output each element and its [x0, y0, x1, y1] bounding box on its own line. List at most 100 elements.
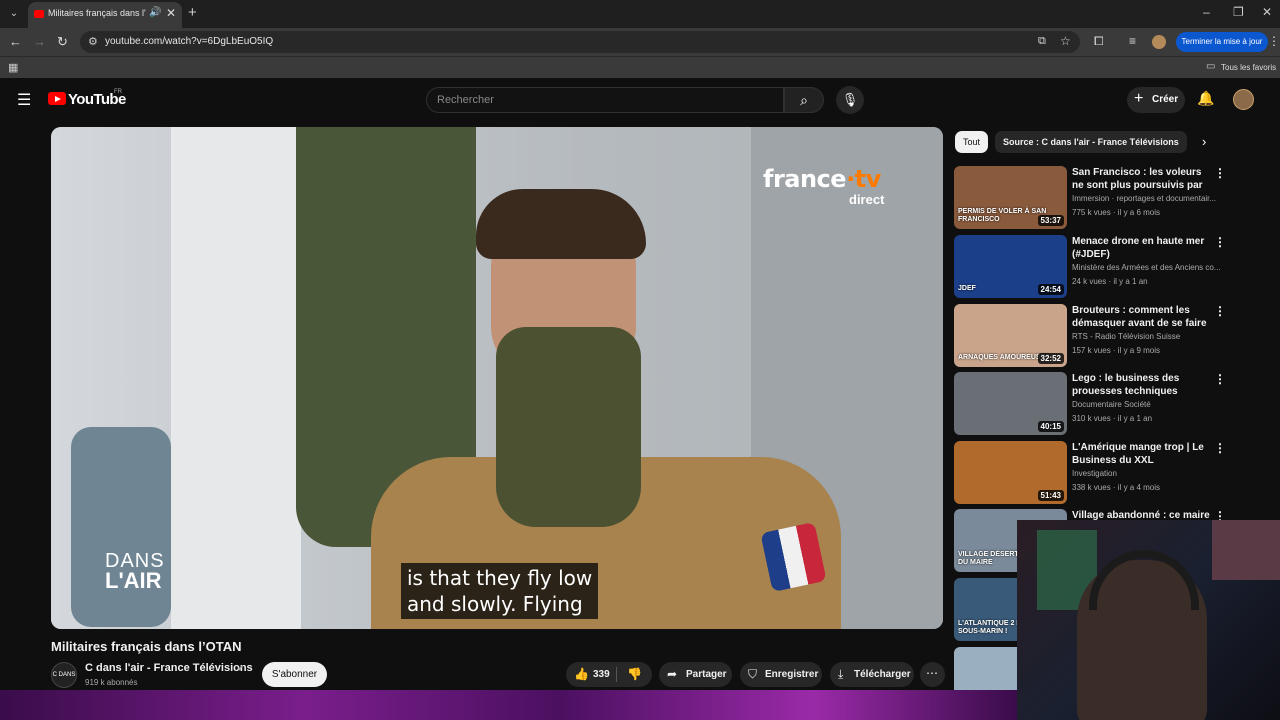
caption-line-1: is that they fly low — [407, 566, 593, 590]
bookmark-star-icon[interactable]: ☆ — [1060, 34, 1071, 48]
filter-chips: Tout Source : C dans l'air - France Télé… — [955, 131, 1225, 153]
close-tab-icon[interactable]: ✕ — [166, 6, 176, 20]
thumbnail-text: ARNAQUES AMOUREUSES — [958, 353, 1050, 361]
close-window-icon[interactable]: ✕ — [1262, 5, 1272, 19]
channel-avatar[interactable]: C DANS L'AIR — [51, 662, 77, 702]
forward-icon[interactable]: → — [33, 34, 46, 49]
recommendation-title[interactable]: Brouteurs : comment les démasquer avant … — [1072, 304, 1210, 330]
recommendation-item[interactable]: 40:15 Lego : le business des prouesses te… — [954, 372, 1234, 436]
video-title: Militaires français dans l’OTAN — [51, 639, 242, 654]
share-icon: ➦ — [667, 667, 678, 681]
recommendation-thumbnail[interactable]: ARNAQUES AMOUREUSES 32:52 — [954, 304, 1067, 367]
browser-toolbar: ← → ↻ ⚙ youtube.com/watch?v=6DgLbEuO5IQ … — [0, 28, 1280, 56]
france-tv-direct-label: direct — [849, 192, 885, 207]
chips-next-icon[interactable]: › — [1202, 134, 1206, 149]
site-info-icon[interactable]: ⚙ — [88, 35, 98, 48]
all-bookmarks-link[interactable]: Tous les favoris — [1221, 63, 1276, 72]
recommendation-title[interactable]: Lego : le business des prouesses techniq… — [1072, 372, 1210, 398]
webcam-headset — [1089, 550, 1199, 610]
search-button[interactable]: ⌕ — [784, 87, 824, 113]
country-code: FR — [114, 89, 122, 95]
microphone-icon: 🎙 — [841, 92, 859, 107]
minimize-icon[interactable]: – — [1203, 5, 1210, 19]
audio-playing-icon[interactable]: 🔊 — [149, 7, 161, 18]
channel-name[interactable]: C dans l'air - France Télévisions — [85, 662, 253, 674]
install-app-icon[interactable]: ⧉ — [1038, 35, 1046, 48]
subscribe-button[interactable]: S'abonner — [262, 662, 327, 687]
more-actions-button[interactable]: ⋯ — [920, 662, 945, 687]
reload-icon[interactable]: ↻ — [57, 34, 68, 50]
more-options-icon[interactable]: ⋮ — [1214, 166, 1226, 180]
apps-grid-icon[interactable]: ▦ — [8, 61, 18, 74]
address-bar[interactable]: ⚙ youtube.com/watch?v=6DgLbEuO5IQ ⧉ ☆ — [80, 31, 1080, 53]
more-options-icon[interactable]: ⋮ — [1214, 235, 1226, 249]
browser-tab-bar: ⌄ Militaires français dans l'OTAN 🔊 ✕ + … — [0, 0, 1280, 28]
recommendation-thumbnail[interactable]: 51:43 — [954, 441, 1067, 504]
chip-source[interactable]: Source : C dans l'air - France Télévisio… — [995, 131, 1187, 153]
search-input[interactable]: Rechercher — [437, 94, 494, 106]
url-text[interactable]: youtube.com/watch?v=6DgLbEuO5IQ — [105, 36, 273, 47]
recommendation-item[interactable]: PERMIS DE VOLER À SAN FRANCISCO 53:37 San … — [954, 166, 1234, 230]
duration-badge: 24:54 — [1037, 284, 1064, 295]
duration-badge: 53:37 — [1037, 215, 1064, 226]
recommendation-thumbnail[interactable]: JDEF 24:54 — [954, 235, 1067, 298]
update-button[interactable]: Terminer la mise à jour — [1176, 32, 1268, 52]
duration-badge: 51:43 — [1037, 490, 1064, 501]
stream-overlay-band — [0, 690, 1017, 720]
search-box[interactable]: Rechercher — [426, 87, 784, 113]
more-options-icon[interactable]: ⋮ — [1214, 441, 1226, 455]
like-dislike-group: 👍 339 👎 — [566, 662, 652, 687]
recommendation-meta: 157 k vues · il y a 9 mois — [1072, 346, 1161, 355]
closed-captions: is that they fly low and slowly. Flying — [401, 563, 599, 619]
recommendation-channel[interactable]: Investigation — [1072, 469, 1224, 478]
extensions-icon[interactable]: ⧠ — [1094, 34, 1104, 49]
maximize-icon[interactable]: ❐ — [1233, 5, 1244, 19]
recommendation-item[interactable]: JDEF 24:54 Menace drone en haute mer (#JDE… — [954, 235, 1234, 299]
more-options-icon[interactable]: ⋮ — [1214, 304, 1226, 318]
video-frame-door — [171, 127, 301, 629]
like-icon[interactable]: 👍 — [574, 667, 589, 681]
browser-menu-icon[interactable]: ⋮ — [1268, 34, 1280, 48]
video-player[interactable]: france·tv direct DANS L'AIR is that they… — [51, 127, 943, 629]
bookmark-icon: ⛉ — [748, 667, 758, 681]
recommendation-thumbnail[interactable]: 40:15 — [954, 372, 1067, 435]
dislike-icon[interactable]: 👎 — [627, 667, 642, 681]
create-button[interactable]: + Créer — [1127, 87, 1185, 113]
recommendation-thumbnail[interactable]: PERMIS DE VOLER À SAN FRANCISCO 53:37 — [954, 166, 1067, 229]
new-tab-icon[interactable]: + — [188, 4, 197, 21]
save-button[interactable]: ⛉ Enregistrer — [740, 662, 822, 687]
recommendation-channel[interactable]: Ministère des Armées et des Anciens co..… — [1072, 263, 1224, 272]
voice-search-button[interactable]: 🎙 — [836, 86, 864, 114]
c-dans-lair-logo: DANS L'AIR — [105, 550, 165, 593]
recommendation-title[interactable]: Menace drone en haute mer (#JDEF) — [1072, 235, 1210, 261]
recommendation-title[interactable]: L'Amérique mange trop | Le Business du X… — [1072, 441, 1210, 467]
bookmarks-bar: ▦ ▭ Tous les favoris — [0, 56, 1280, 78]
recommendation-channel[interactable]: Immersion · reportages et documentair... — [1072, 194, 1224, 203]
recommendation-channel[interactable]: Documentaire Société — [1072, 400, 1224, 409]
recommendation-meta: 775 k vues · il y a 6 mois — [1072, 208, 1161, 217]
recommendation-title[interactable]: San Francisco : les voleurs ne sont plus… — [1072, 166, 1210, 192]
video-frame-chair — [71, 427, 171, 627]
verified-badge-icon: ✔ — [237, 663, 245, 673]
browser-profile-avatar[interactable] — [1152, 35, 1166, 49]
share-button[interactable]: ➦ Partager — [659, 662, 732, 687]
recommendation-channel[interactable]: RTS - Radio Télévision Suisse — [1072, 332, 1224, 341]
back-icon[interactable]: ← — [9, 34, 22, 49]
like-divider — [616, 667, 617, 682]
more-options-icon[interactable]: ⋮ — [1214, 372, 1226, 386]
menu-icon[interactable]: ☰ — [17, 90, 31, 110]
reading-list-icon[interactable]: ≡ — [1129, 34, 1136, 48]
notifications-bell-icon[interactable]: 🔔 — [1197, 90, 1214, 107]
user-avatar[interactable] — [1233, 89, 1254, 110]
chip-all[interactable]: Tout — [955, 131, 989, 153]
like-count[interactable]: 339 — [593, 669, 610, 680]
streamer-webcam-overlay — [1017, 520, 1280, 720]
tab-search-icon[interactable]: ⌄ — [6, 6, 22, 22]
recommendation-item[interactable]: 51:43 L'Amérique mange trop | Le Business… — [954, 441, 1234, 505]
youtube-play-glyph-icon — [55, 95, 61, 102]
folder-icon: ▭ — [1206, 61, 1216, 72]
download-button[interactable]: ⤓ Télécharger — [830, 662, 914, 687]
thumbnail-text: JDEF — [958, 284, 976, 292]
browser-tab[interactable]: Militaires français dans l'OTAN 🔊 ✕ — [28, 2, 182, 28]
recommendation-item[interactable]: ARNAQUES AMOUREUSES 32:52 Brouteurs : comm… — [954, 304, 1234, 368]
